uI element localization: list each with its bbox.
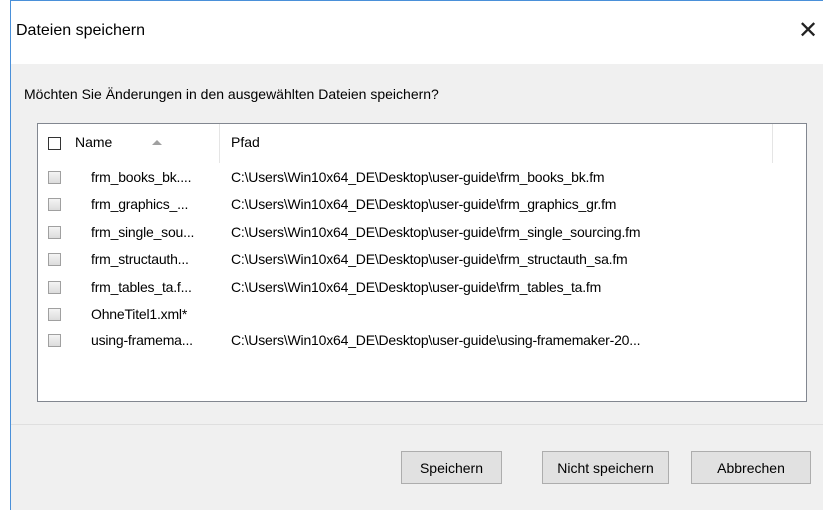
row-checkbox[interactable]: [48, 308, 61, 321]
row-checkbox[interactable]: [48, 334, 61, 347]
file-path: C:\Users\Win10x64_DE\Desktop\user-guide\…: [231, 279, 602, 295]
file-name: frm_books_bk....: [91, 169, 192, 185]
file-path: C:\Users\Win10x64_DE\Desktop\user-guide\…: [231, 224, 641, 240]
file-path: C:\Users\Win10x64_DE\Desktop\user-guide\…: [231, 332, 641, 348]
list-item[interactable]: frm_books_bk.... C:\Users\Win10x64_DE\De…: [38, 167, 806, 191]
file-list[interactable]: Name Pfad frm_books_bk.... C:\Users\Win1…: [37, 123, 807, 402]
list-item[interactable]: frm_tables_ta.f... C:\Users\Win10x64_DE\…: [38, 277, 806, 301]
file-name: frm_graphics_...: [91, 196, 189, 212]
row-checkbox[interactable]: [48, 198, 61, 211]
save-button[interactable]: Speichern: [401, 451, 502, 484]
sort-ascending-icon: [152, 140, 162, 145]
cancel-button[interactable]: Abbrechen: [691, 451, 811, 484]
file-name: frm_single_sou...: [91, 224, 195, 240]
row-checkbox[interactable]: [48, 171, 61, 184]
file-path: C:\Users\Win10x64_DE\Desktop\user-guide\…: [231, 196, 617, 212]
list-header: Name Pfad: [38, 124, 773, 163]
column-header-name[interactable]: Name: [75, 134, 112, 150]
row-checkbox[interactable]: [48, 226, 61, 239]
column-header-path[interactable]: Pfad: [231, 134, 260, 150]
file-name: frm_structauth...: [91, 251, 189, 267]
list-item[interactable]: frm_single_sou... C:\Users\Win10x64_DE\D…: [38, 222, 806, 246]
button-area-divider: [11, 424, 823, 425]
row-checkbox[interactable]: [48, 253, 61, 266]
file-name: using-framema...: [91, 332, 193, 348]
file-name: OhneTitel1.xml*: [91, 306, 188, 322]
list-item[interactable]: frm_structauth... C:\Users\Win10x64_DE\D…: [38, 249, 806, 273]
file-name: frm_tables_ta.f...: [91, 279, 192, 295]
dont-save-button[interactable]: Nicht speichern: [542, 451, 669, 484]
file-path: C:\Users\Win10x64_DE\Desktop\user-guide\…: [231, 251, 628, 267]
prompt-text: Möchten Sie Änderungen in den ausgewählt…: [24, 86, 439, 102]
list-item[interactable]: frm_graphics_... C:\Users\Win10x64_DE\De…: [38, 194, 806, 218]
list-item[interactable]: using-framema... C:\Users\Win10x64_DE\De…: [38, 330, 806, 354]
column-separator[interactable]: [219, 124, 220, 163]
save-files-dialog: Dateien speichern ✕ Möchten Sie Änderung…: [0, 0, 823, 510]
dialog-title: Dateien speichern: [16, 22, 145, 39]
close-icon[interactable]: ✕: [793, 16, 823, 46]
file-path: C:\Users\Win10x64_DE\Desktop\user-guide\…: [231, 169, 605, 185]
list-item[interactable]: OhneTitel1.xml*: [38, 304, 806, 328]
column-separator[interactable]: [772, 124, 773, 163]
select-all-checkbox[interactable]: [48, 137, 61, 150]
row-checkbox[interactable]: [48, 281, 61, 294]
